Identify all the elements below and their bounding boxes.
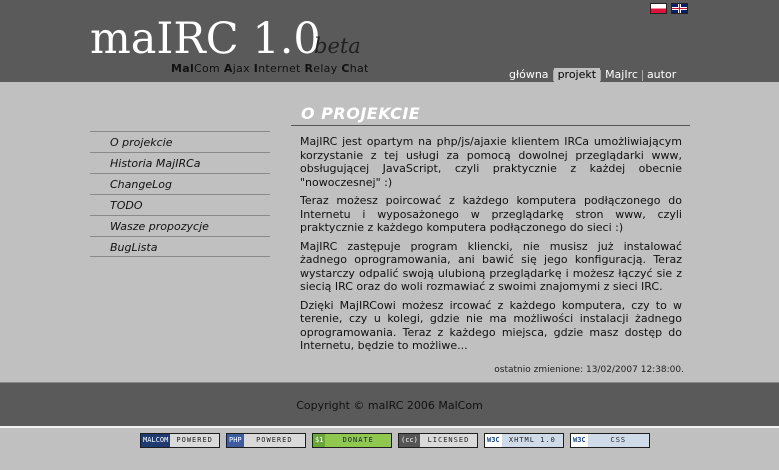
content-paragraph: MajIRC zastępuje program kliencki, nie m… <box>300 239 682 294</box>
main-content: O PROJEKCIE MajIRC jest opartym na php/j… <box>291 104 690 375</box>
footer-divider <box>0 426 779 428</box>
footer: Copyright © maIRC 2006 MalCom <box>0 382 779 426</box>
nav-item-majirc[interactable]: MajIrc <box>601 68 642 82</box>
last-modified: ostatnio zmienione: 13/02/2007 12:38:00. <box>494 364 684 375</box>
nav-item-glowna[interactable]: główna <box>505 68 553 82</box>
top-nav: główna projekt MajIrc autor <box>505 68 680 82</box>
cc-badge-icon[interactable]: (cc) LICENSED <box>398 433 478 448</box>
donate-badge-icon[interactable]: $1 DONATE <box>312 433 392 448</box>
sidebar-menu: O projekcie Historia MajIRCa ChangeLog T… <box>90 131 270 257</box>
badge-row: MALCOM POWERED PHP POWERED $1 DONATE (cc) LI… <box>140 433 650 448</box>
php-badge-icon[interactable]: PHP POWERED <box>226 433 306 448</box>
sidebar-item-o-projekcie[interactable]: O projekcie <box>90 131 270 152</box>
page-title: O PROJEKCIE <box>291 104 690 126</box>
malcom-badge-icon[interactable]: MALCOM POWERED <box>140 433 220 448</box>
content-paragraph: MajIRC jest opartym na php/js/ajaxie kli… <box>300 135 682 189</box>
nav-item-autor[interactable]: autor <box>643 68 680 82</box>
content-paragraph: Dzięki MajIRCowi możesz ircować z każdeg… <box>300 298 682 353</box>
flag-pl-icon[interactable] <box>650 3 667 14</box>
w3c-css-badge-icon[interactable]: W3C CSS <box>570 433 650 448</box>
sidebar-item-historia[interactable]: Historia MajIRCa <box>90 152 270 173</box>
nav-item-projekt[interactable]: projekt <box>553 68 601 82</box>
logo-subtitle: MalCom Ajax Internet Relay Chat <box>171 62 369 75</box>
sidebar-item-propozycje[interactable]: Wasze propozycje <box>90 215 270 236</box>
w3c-xhtml-badge-icon[interactable]: W3C XHTML 1.0 <box>484 433 564 448</box>
content-paragraph: Teraz możesz poircować z każdego kompute… <box>300 194 682 234</box>
logo-beta: beta <box>314 34 361 58</box>
sidebar-item-changelog[interactable]: ChangeLog <box>90 173 270 194</box>
language-flags <box>650 3 688 14</box>
sidebar-item-buglista[interactable]: BugLista <box>90 236 270 257</box>
flag-en-icon[interactable] <box>671 3 688 14</box>
logo-title[interactable]: maIRC 1.0 <box>90 14 321 64</box>
sidebar-item-todo[interactable]: TODO <box>90 194 270 215</box>
copyright-text: Copyright © maIRC 2006 MalCom <box>296 399 483 412</box>
